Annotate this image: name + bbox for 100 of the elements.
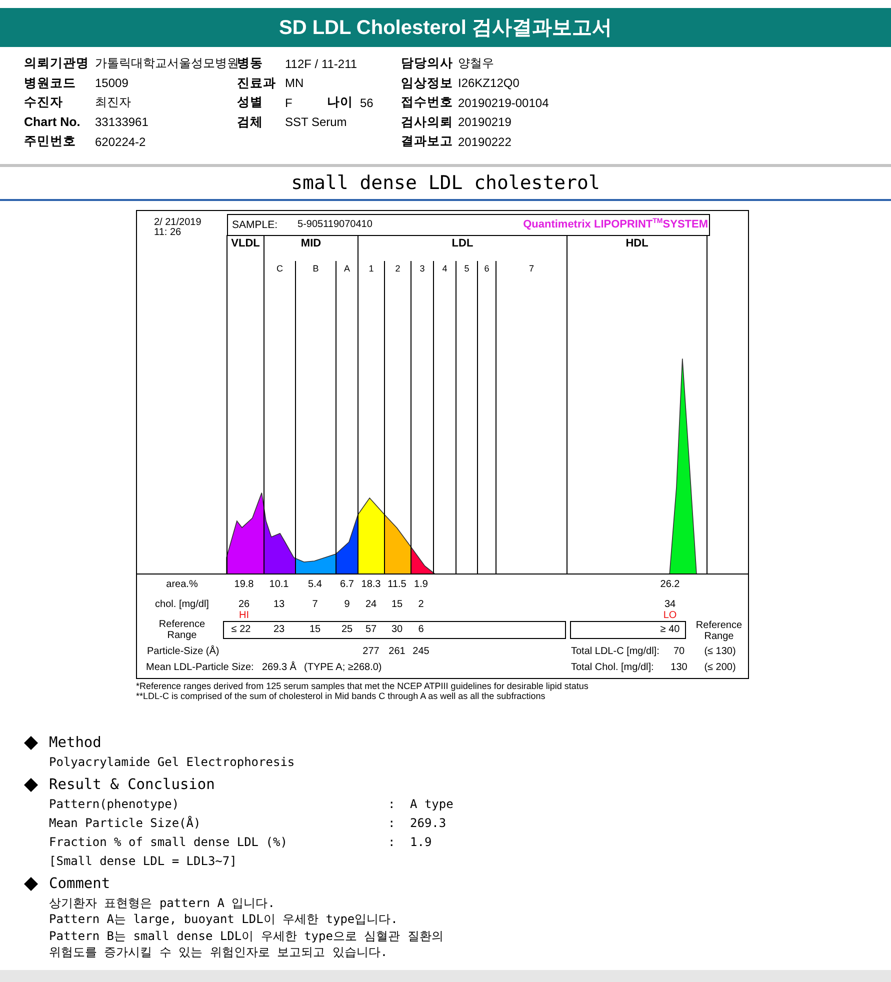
comment-text: Pattern A는 large, buoyant LDL이 우세한 type입니다. (49, 912, 398, 926)
particle-size-value: 261 (388, 646, 406, 656)
cholesterol-value: 13 (273, 600, 285, 610)
cholesterol-value: 24 (365, 600, 377, 610)
reference-value: 30 (391, 624, 403, 634)
band-label: C (276, 264, 283, 273)
cholesterol-value: 7 (312, 600, 318, 610)
result-label: Mean Particle Size(Å) (49, 816, 202, 830)
section-heading: Method (49, 735, 102, 751)
band-label: 2 (395, 264, 400, 273)
flag-label: LO (663, 610, 677, 620)
band-label: VLDL (231, 238, 260, 249)
field-value: F (285, 96, 294, 110)
result-label: Pattern(phenotype) (49, 797, 180, 811)
field-value: 20190222 (458, 134, 512, 149)
band-label: 4 (442, 264, 448, 273)
type-note: (TYPE A; ≥268.0) (304, 662, 382, 672)
system-brand: Quantimetrix LIPOPRINT$^{TM}$SYSTEM (523, 218, 708, 231)
row-label: Mean LDL-Particle Size: (146, 662, 254, 672)
diamond-icon (24, 778, 38, 792)
area-value: 1.9 (414, 580, 428, 590)
row-label: Particle-Size (Å) (147, 646, 220, 656)
band-label: B (312, 264, 319, 273)
cholesterol-value: 9 (344, 600, 350, 610)
report-time: 11: 26 (154, 228, 182, 238)
footnote: **LDL-C is comprised of the sum of cholesterol in Mid bands C through A as well as all the subfractions (136, 690, 546, 700)
area-value: 6.7 (340, 580, 354, 590)
band-label: LDL (452, 238, 474, 249)
result-value: 1.9 (410, 835, 433, 849)
field-label: 검사의뢰 (401, 114, 454, 131)
band-label: 1 (368, 264, 374, 273)
reference-value: 6 (418, 624, 424, 634)
separator: : (388, 835, 396, 849)
band-label: 3 (420, 264, 425, 273)
cholesterol-value: 15 (391, 600, 403, 610)
field-label: Chart No. (24, 115, 82, 130)
reference-value: 57 (365, 624, 377, 634)
field-label: 병동 (237, 55, 264, 72)
band-label: 5 (464, 264, 470, 273)
result-label: Fraction % of small dense LDL (%) (49, 835, 288, 849)
field-label: 의뢰기관명 (24, 55, 90, 72)
field-value: 620224-2 (95, 134, 147, 149)
total-value: 70 (673, 646, 685, 656)
flag-label: HI (239, 610, 249, 620)
row-label: Reference Range (158, 618, 206, 640)
reference-value: ≥ 40 (660, 624, 680, 634)
cholesterol-value: 26 (238, 600, 250, 610)
reference-value: ≤ 22 (231, 624, 251, 634)
field-value: 20190219 (458, 115, 512, 130)
section-text: Polyacrylamide Gel Electrophoresis (49, 755, 295, 769)
band-label: MID (300, 238, 322, 249)
area-value: 10.1 (269, 580, 289, 590)
total-value: 130 (670, 662, 688, 672)
cholesterol-value: 34 (664, 600, 676, 610)
result-note: [Small dense LDL = LDL3~7] (49, 854, 237, 868)
field-label: 수진자 (24, 94, 64, 112)
comment-text: 위험도를 증가시킬 수 있는 위험인자로 보고되고 있습니다. (49, 945, 388, 959)
reference-value: 25 (341, 624, 353, 634)
field-label: 병원코드 (24, 74, 77, 92)
field-value: SST Serum (285, 115, 348, 130)
area-value: 18.3 (361, 580, 381, 590)
footnote: *Reference ranges derived from 125 serum samples that met the NCEP ATPIII guidelines for desirable lipid status (136, 680, 590, 690)
comment-text: 상기환자 표현형은 pattern A 입니다. (49, 896, 275, 910)
field-value: 112F / 11-211 (285, 56, 358, 71)
field-value: 최진자 (95, 94, 132, 112)
field-label: 성별 (237, 94, 264, 112)
field-label: 임상정보 (401, 74, 454, 92)
field-value: 양철우 (458, 55, 495, 72)
section-heading: Result & Conclusion (49, 777, 215, 793)
area-value: 11.5 (388, 580, 406, 590)
area-value: 5.4 (308, 580, 322, 590)
field-label: 진료과 (237, 74, 277, 92)
band-label: 6 (484, 264, 490, 273)
range-note: (≤ 200) (704, 662, 736, 672)
particle-size-value: 277 (362, 646, 380, 656)
band-label: 7 (529, 264, 534, 273)
mean-size-value: 269.3 Å (262, 662, 296, 672)
reference-value: 15 (309, 624, 321, 634)
field-label: 결과보고 (401, 133, 454, 150)
field-value: MN (285, 76, 305, 90)
section-heading: Comment (49, 876, 110, 892)
field-value: 56 (360, 96, 374, 110)
band-label: HDL (626, 238, 648, 249)
area-value: 19.8 (234, 580, 254, 590)
field-value: 20190219-00104 (458, 96, 550, 110)
comment-text: Pattern B는 small dense LDL이 우세한 type으로 심혈관 질환의 (49, 928, 444, 942)
diamond-icon (24, 877, 38, 891)
field-label: 검체 (237, 114, 264, 131)
total-label: Total Chol. [mg/dl]: (571, 662, 654, 672)
report-title: SD LDL Cholesterol 검사결과보고서 (279, 16, 612, 41)
field-value: 33133961 (95, 115, 150, 130)
field-value: 15009 (95, 76, 130, 90)
range-note: (≤ 130) (704, 646, 736, 656)
field-label: 주민번호 (24, 133, 77, 150)
separator: : (388, 797, 396, 811)
total-label: Total LDL-C [mg/dl]: (571, 646, 660, 656)
row-label: chol. [mg/dl] (155, 600, 209, 610)
field-value: I26KZ12Q0 (458, 76, 520, 90)
field-label: 접수번호 (401, 94, 454, 112)
field-label: 담당의사 (401, 55, 454, 72)
